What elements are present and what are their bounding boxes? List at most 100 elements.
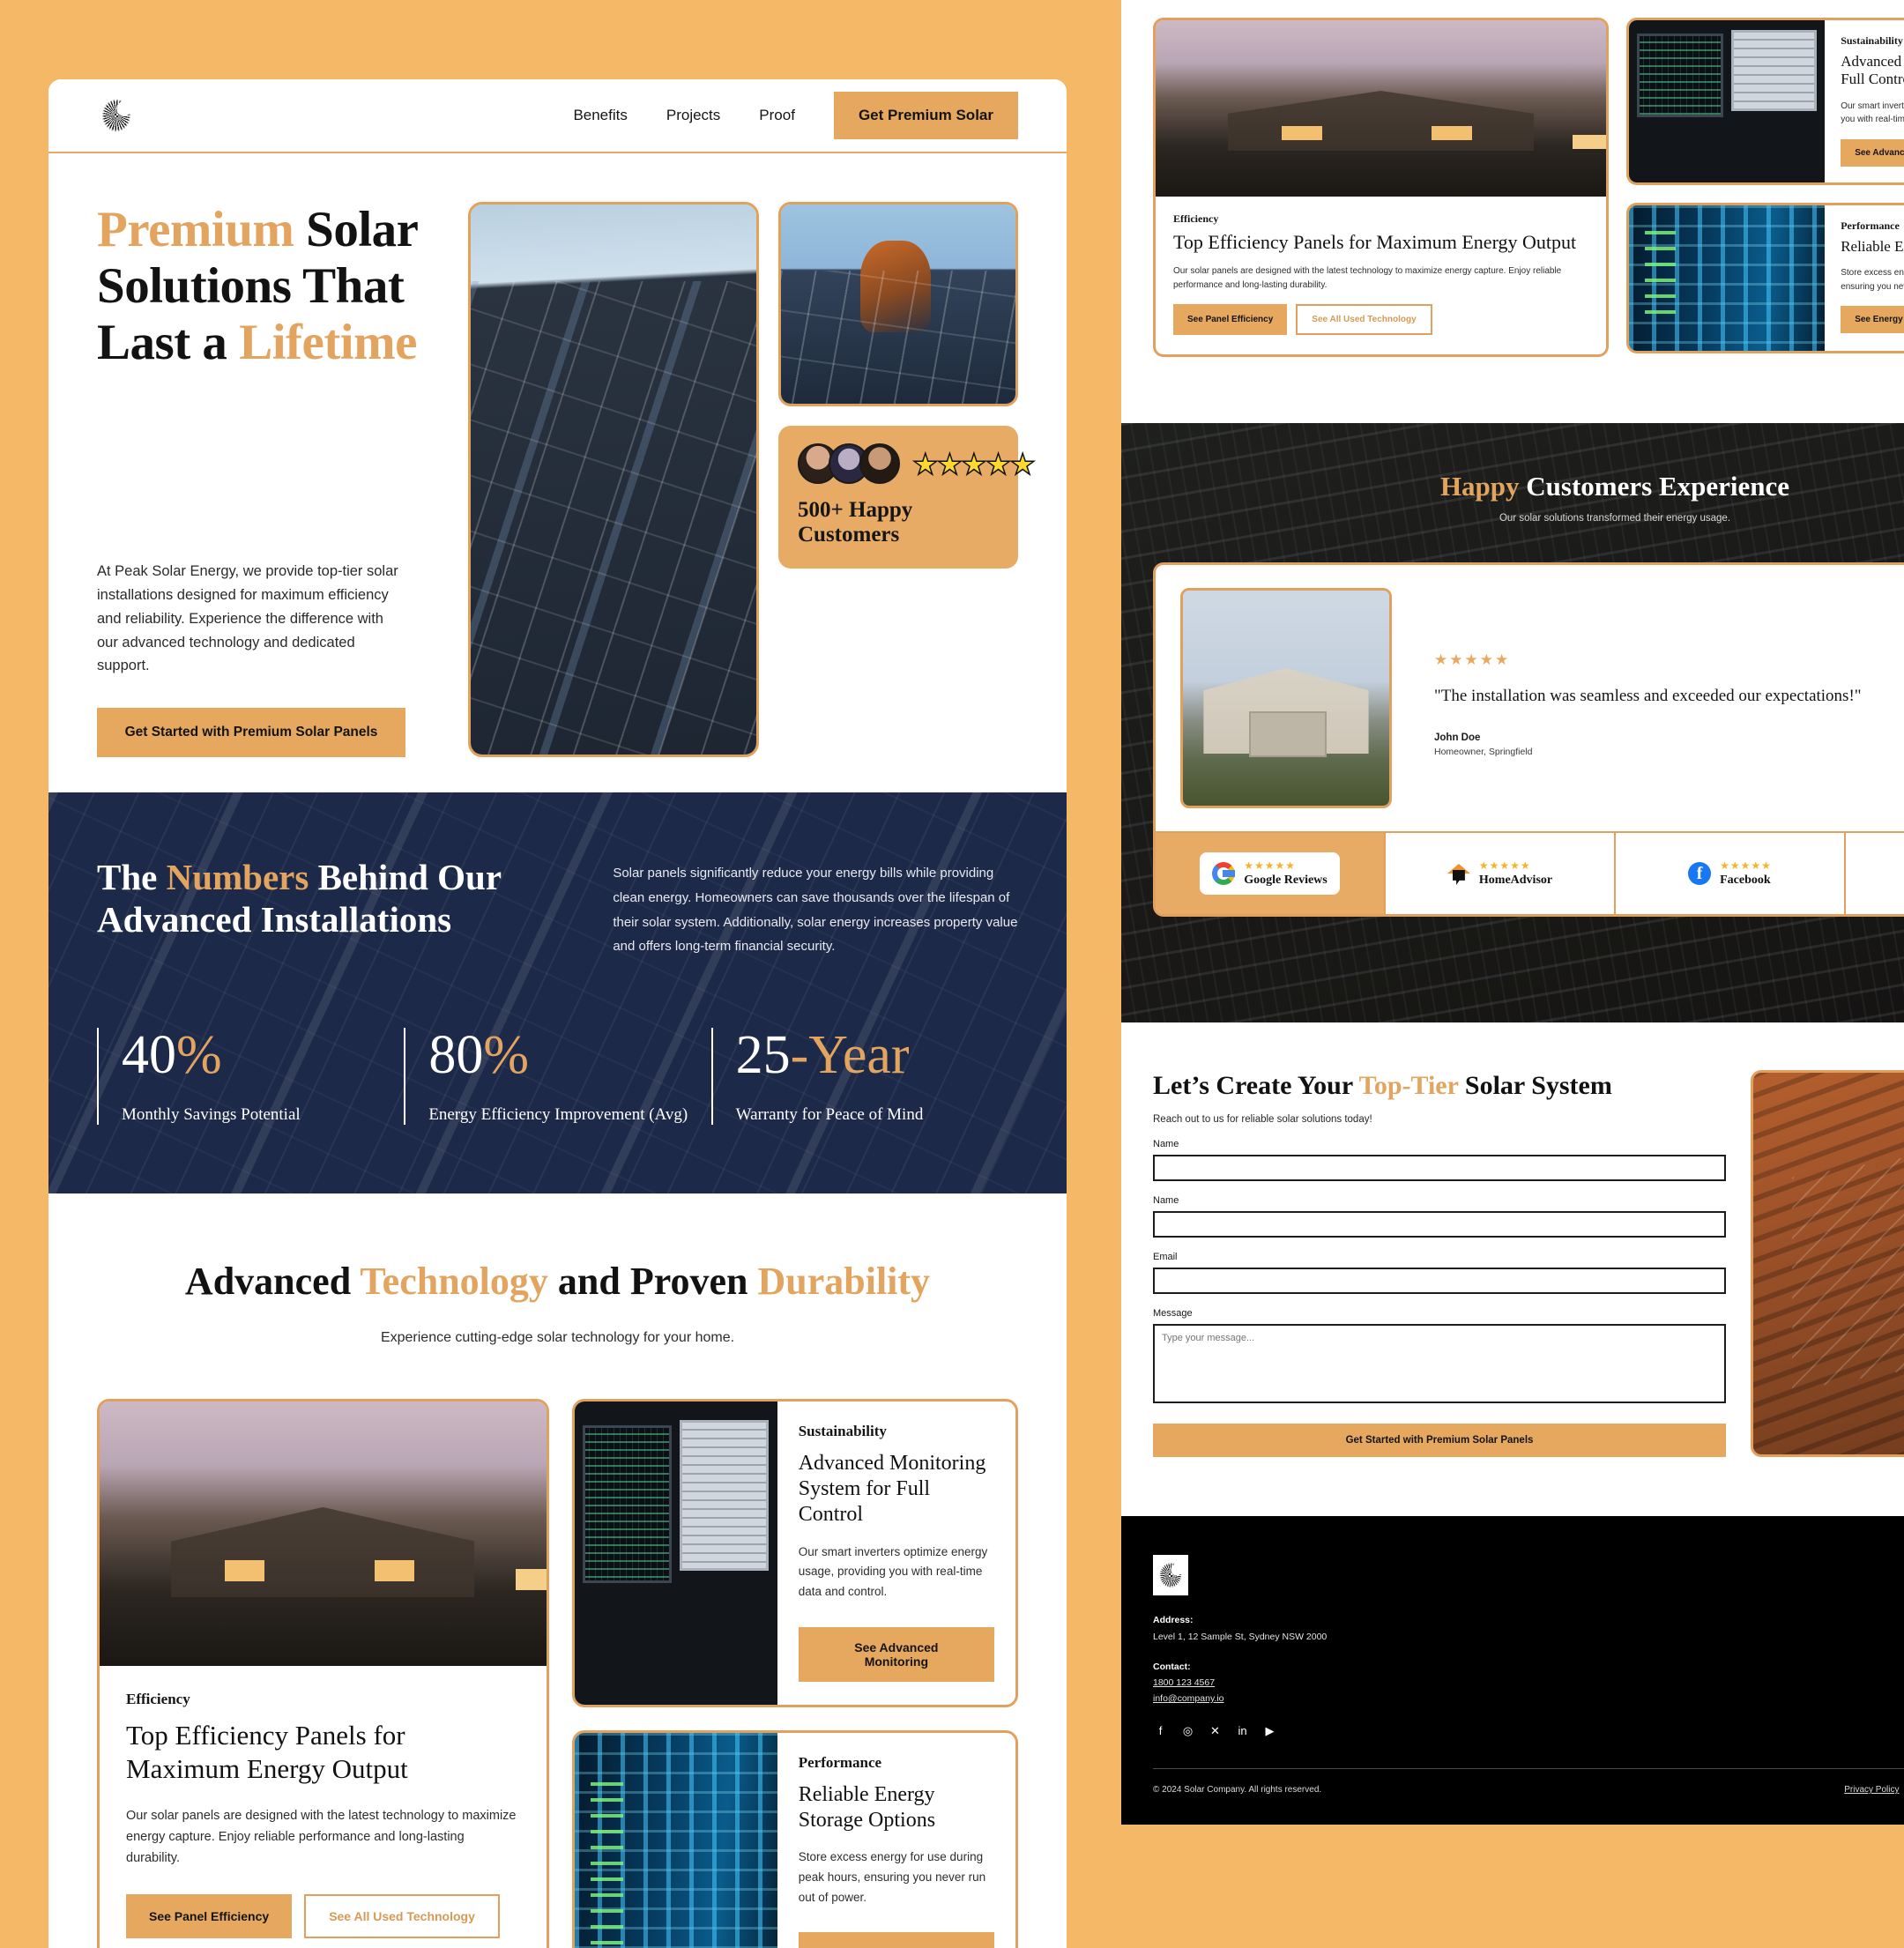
contact-image (1751, 1070, 1904, 1457)
stat-unit: % (176, 1025, 222, 1086)
contact-panel: Let’s Create Your Top-Tier Solar System … (1121, 1022, 1904, 1516)
review-badges: ★★★★★ Google Reviews ★★★★★ HomeAdvisor f… (1156, 831, 1904, 914)
stats-list: 40% Monthly Savings Potential 80% Energy… (97, 1025, 1018, 1126)
testimonial-author-role: Homeowner, Springfield (1434, 747, 1533, 758)
performance-card: Performance Reliable Energy Storage Opti… (571, 1729, 1018, 1948)
solar-panel-closeup-photo (471, 204, 756, 755)
linkedin-icon[interactable]: in (1235, 1723, 1250, 1738)
footer-address-label: Address: (1153, 1615, 1194, 1625)
nav-link-projects[interactable]: Projects (666, 107, 720, 124)
stat-item: 25-Year Warranty for Peace of Mind (710, 1025, 1018, 1126)
badge-google-reviews[interactable]: ★★★★★ Google Reviews (1156, 833, 1386, 914)
see-advanced-monitoring-button[interactable]: See Advanced Monitoring (798, 1626, 994, 1682)
message-field-label: Message (1153, 1308, 1193, 1319)
footer-copyright: © 2024 Solar Company. All rights reserve… (1153, 1785, 1322, 1795)
efficiency-heading: Top Efficiency Panels for Maximum Energy… (1173, 231, 1577, 253)
testimonial-quote: "The installation was seamless and excee… (1434, 687, 1862, 705)
name-field-label: Name (1153, 1139, 1179, 1149)
stat-value: 40 (122, 1025, 176, 1086)
see-all-used-technology-button[interactable]: See All Used Technology (1296, 304, 1432, 336)
star-rating-icon: ★★★★★ (1434, 651, 1511, 668)
tech-title-mid: and Proven (547, 1260, 758, 1304)
badge-homeadvisor[interactable]: ★★★★★ HomeAdvisor (1386, 833, 1616, 914)
performance-body: Store excess energy for use during peak … (1841, 268, 1904, 292)
suburban-house-photo (1183, 591, 1389, 806)
sustainability-eyebrow: Sustainability (798, 1422, 887, 1439)
site-footer: Address: Level 1, 12 Sample St, Sydney N… (1121, 1516, 1904, 1825)
sphere-halftone-logo-icon[interactable] (97, 93, 136, 138)
house-at-dusk-photo (100, 1401, 547, 1666)
footer-link-privacy-policy[interactable]: Privacy Policy (1844, 1785, 1899, 1795)
badge-yelp-reviews[interactable]: ★★★★★ Yelp Reviews (1846, 833, 1904, 914)
nav-link-proof[interactable]: Proof (759, 107, 795, 124)
avatar-group (798, 443, 900, 484)
see-all-used-technology-button[interactable]: See All Used Technology (304, 1893, 500, 1938)
see-energy-storage-options-button[interactable]: See Energy Storage Options (1841, 306, 1904, 334)
testimonial-card: ★★★★★ "The installation was seamless and… (1153, 562, 1904, 917)
testimonial-author: John Doe (1434, 732, 1481, 744)
sustainability-body: Our smart inverters optimize energy usag… (1841, 100, 1904, 125)
footer-logo[interactable] (1153, 1555, 1188, 1595)
instagram-icon[interactable]: ◎ (1180, 1723, 1195, 1738)
tech-title-accent-2: Durability (757, 1260, 931, 1304)
testimonials-title-accent: Happy (1439, 471, 1520, 502)
feature-cards-grid: Efficiency Top Efficiency Panels for Max… (48, 1346, 1067, 1948)
see-panel-efficiency-button[interactable]: See Panel Efficiency (1173, 304, 1288, 336)
house-at-dusk-photo (1156, 20, 1606, 197)
homeadvisor-icon (1447, 862, 1470, 885)
name-input[interactable] (1153, 1155, 1726, 1181)
nav-link-benefits[interactable]: Benefits (573, 107, 627, 124)
footer-email-link[interactable]: info@company.io (1153, 1693, 1523, 1704)
sphere-halftone-logo-icon (1156, 1558, 1186, 1593)
badge-facebook[interactable]: ★★★★★ Facebook (1616, 833, 1846, 914)
see-energy-storage-options-button[interactable]: See Energy Storage Options (798, 1932, 994, 1948)
name2-field-group: Name (1153, 1195, 1726, 1238)
youtube-icon[interactable]: ▶ (1262, 1723, 1277, 1738)
efficiency-body: Our solar panels are designed with the l… (126, 1808, 517, 1866)
efficiency-eyebrow: Efficiency (1173, 212, 1219, 225)
performance-body: Store excess energy for use during peak … (798, 1850, 986, 1904)
x-icon[interactable]: ✕ (1208, 1723, 1223, 1738)
hero-cta-button[interactable]: Get Started with Premium Solar Panels (97, 708, 405, 758)
performance-card-alt: Performance Reliable Energy Storage Opti… (1626, 202, 1904, 353)
sustainability-body: Our smart inverters optimize energy usag… (798, 1544, 988, 1599)
stat-label: Monthly Savings Potential (122, 1105, 301, 1125)
message-textarea[interactable] (1153, 1324, 1726, 1403)
name2-input[interactable] (1153, 1211, 1726, 1238)
see-panel-efficiency-button[interactable]: See Panel Efficiency (126, 1893, 293, 1938)
performance-heading: Reliable Energy Storage Options (1841, 237, 1904, 255)
footer-phone-link[interactable]: 1800 123 4567 (1153, 1677, 1523, 1688)
stat-value: 80 (428, 1025, 484, 1086)
hero-description: At Peak Solar Energy, we provide top-tie… (97, 563, 398, 674)
sustainability-heading: Advanced Monitoring System for Full Cont… (1841, 53, 1904, 88)
happy-customers-card: ★★★★★ 500+ Happy Customers (778, 426, 1037, 569)
badge-stars: ★★★★★ (1720, 859, 1772, 872)
left-page-panel: Benefits Projects Proof Get Premium Sola… (48, 79, 1067, 1948)
testimonials-subtitle: Our solar solutions transformed their en… (1499, 513, 1731, 524)
performance-eyebrow: Performance (798, 1753, 882, 1771)
stat-unit: % (483, 1025, 529, 1086)
primary-navigation: Benefits Projects Proof Get Premium Sola… (573, 92, 1018, 139)
name2-field-label: Name (1153, 1195, 1179, 1206)
testimonials-panel: Happy Customers Experience Our solar sol… (1121, 423, 1904, 1022)
badge-name: Google Reviews (1244, 874, 1328, 887)
page-title: Premium Solar Solutions That Last a Life… (97, 202, 433, 370)
happy-customers-label: 500+ Happy Customers (798, 498, 913, 546)
monitoring-workstation-photo (1629, 20, 1826, 182)
contact-submit-button[interactable]: Get Started with Premium Solar Panels (1153, 1424, 1726, 1457)
efficiency-heading: Top Efficiency Panels for Maximum Energy… (126, 1719, 408, 1784)
get-premium-solar-button[interactable]: Get Premium Solar (833, 92, 1018, 139)
badge-stars: ★★★★★ (1244, 859, 1297, 872)
facebook-icon (1688, 862, 1712, 885)
tech-title-pre: Advanced (184, 1260, 361, 1304)
star-rating-icon: ★★★★★ (911, 447, 1036, 481)
stat-unit: -Year (790, 1025, 910, 1086)
google-icon (1212, 862, 1236, 885)
stats-title-pre: The (97, 857, 167, 898)
email-input[interactable] (1153, 1268, 1726, 1294)
performance-heading: Reliable Energy Storage Options (798, 1782, 936, 1832)
email-field-group: Email (1153, 1252, 1726, 1294)
sustainability-card: Sustainability Advanced Monitoring Syste… (571, 1398, 1018, 1707)
see-advanced-monitoring-button[interactable]: See Advanced Monitoring (1841, 138, 1904, 167)
facebook-icon[interactable]: f (1153, 1723, 1168, 1738)
